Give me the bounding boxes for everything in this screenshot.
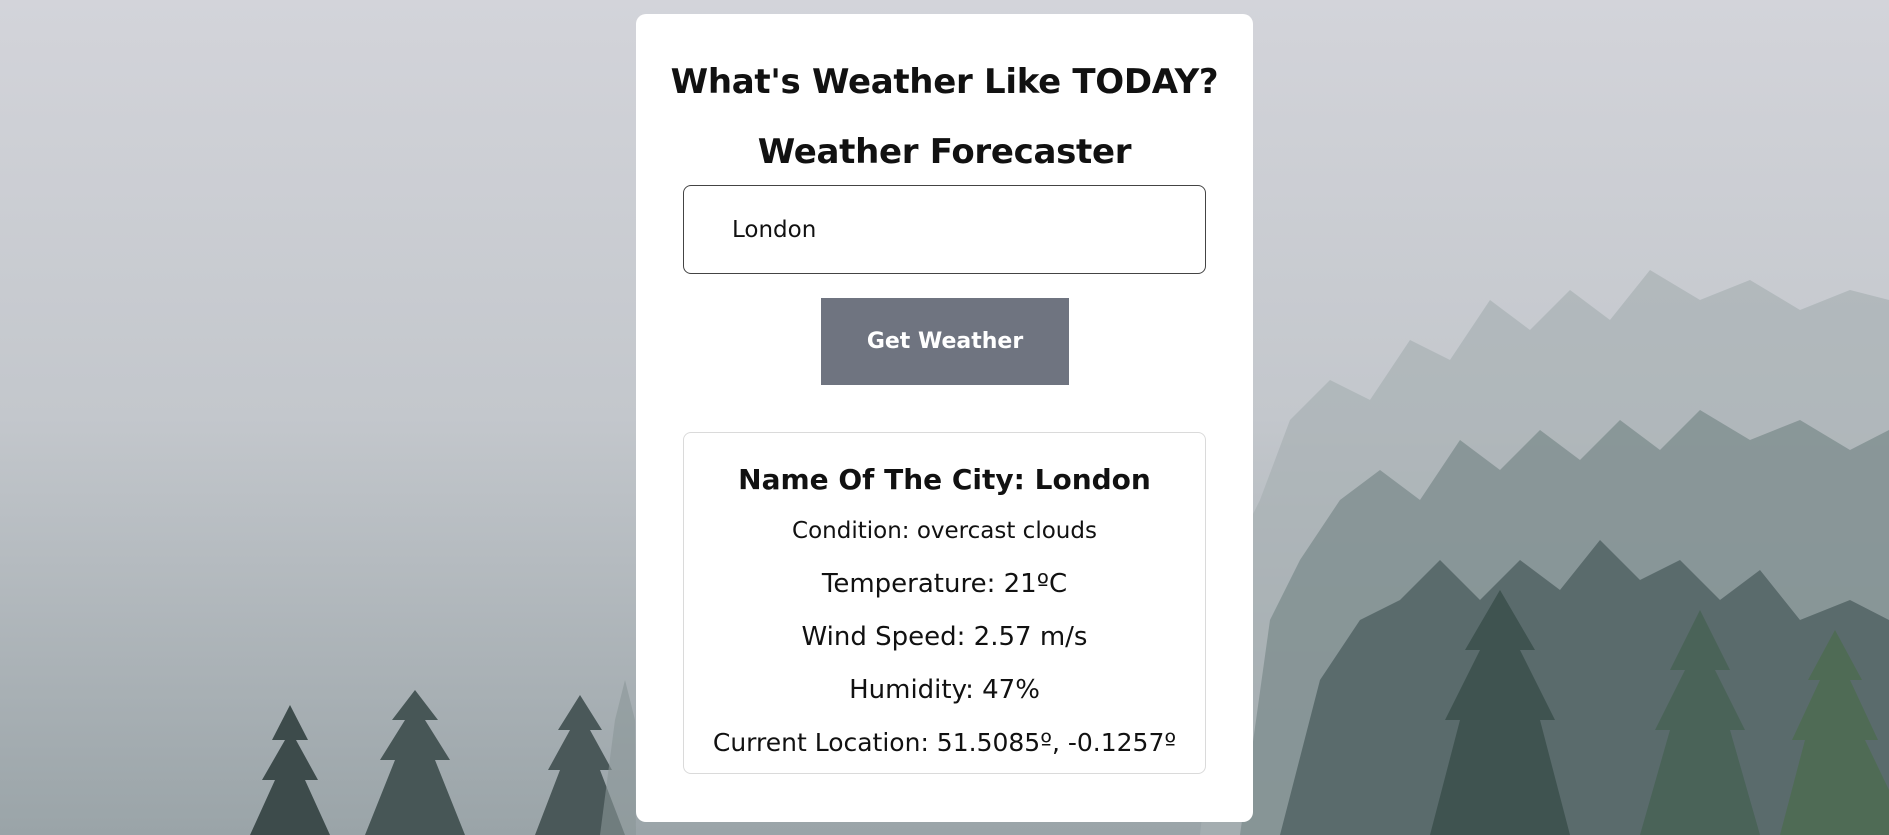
humidity-text: Humidity: 47% [849,675,1040,705]
get-weather-button[interactable]: Get Weather [821,298,1069,385]
weather-card: What's Weather Like TODAY? Weather Forec… [636,14,1253,822]
condition-text: Condition: overcast clouds [792,518,1097,544]
weather-result-panel: Name Of The City: London Condition: over… [683,432,1206,774]
city-name: Name Of The City: London [738,463,1151,496]
temperature-text: Temperature: 21ºC [821,569,1068,599]
page-title: What's Weather Like TODAY? [670,62,1219,102]
current-location-text: Current Location: 51.5085º, -0.1257º [712,728,1177,757]
wind-speed-text: Wind Speed: 2.57 m/s [801,622,1088,652]
app-subtitle: Weather Forecaster [757,132,1132,172]
city-search-input[interactable] [683,185,1206,274]
